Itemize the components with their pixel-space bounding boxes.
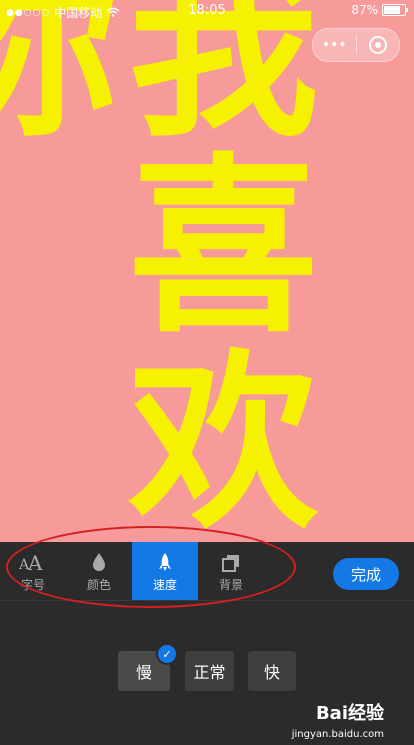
checkmark-icon: ✓ xyxy=(156,643,178,665)
font-size-icon: AA xyxy=(0,542,66,572)
layers-icon xyxy=(198,542,264,572)
tool-speed[interactable]: 速度 xyxy=(132,542,198,600)
speed-slow-button[interactable]: 慢 ✓ xyxy=(118,643,178,691)
droplet-icon xyxy=(66,542,132,572)
watermark-url: jingyan.baidu.com xyxy=(291,729,384,740)
status-bar: ●●○○○ 中国移动 18:05 87% xyxy=(0,0,414,24)
scroll-preview: 我喜欢你 xyxy=(0,0,414,542)
tool-background[interactable]: 背景 xyxy=(198,542,264,600)
tool-font-size[interactable]: AA 字号 xyxy=(0,542,66,600)
battery-icon xyxy=(382,4,408,16)
svg-text:A: A xyxy=(27,551,43,572)
target-icon xyxy=(368,36,387,54)
close-miniprogram-button[interactable] xyxy=(357,29,400,61)
scrolling-text: 我喜欢你 xyxy=(0,0,317,538)
baidu-watermark: Bai经验 xyxy=(315,703,384,724)
tool-color[interactable]: 颜色 xyxy=(66,542,132,600)
battery-percent: 87% xyxy=(351,3,378,17)
more-menu-button[interactable]: ••• xyxy=(313,29,356,61)
speed-fast-button[interactable]: 快 xyxy=(248,651,296,691)
rocket-icon xyxy=(132,542,198,572)
miniprogram-capsule: ••• xyxy=(312,28,400,62)
done-button[interactable]: 完成 xyxy=(333,558,399,590)
speed-normal-button[interactable]: 正常 xyxy=(185,651,234,691)
